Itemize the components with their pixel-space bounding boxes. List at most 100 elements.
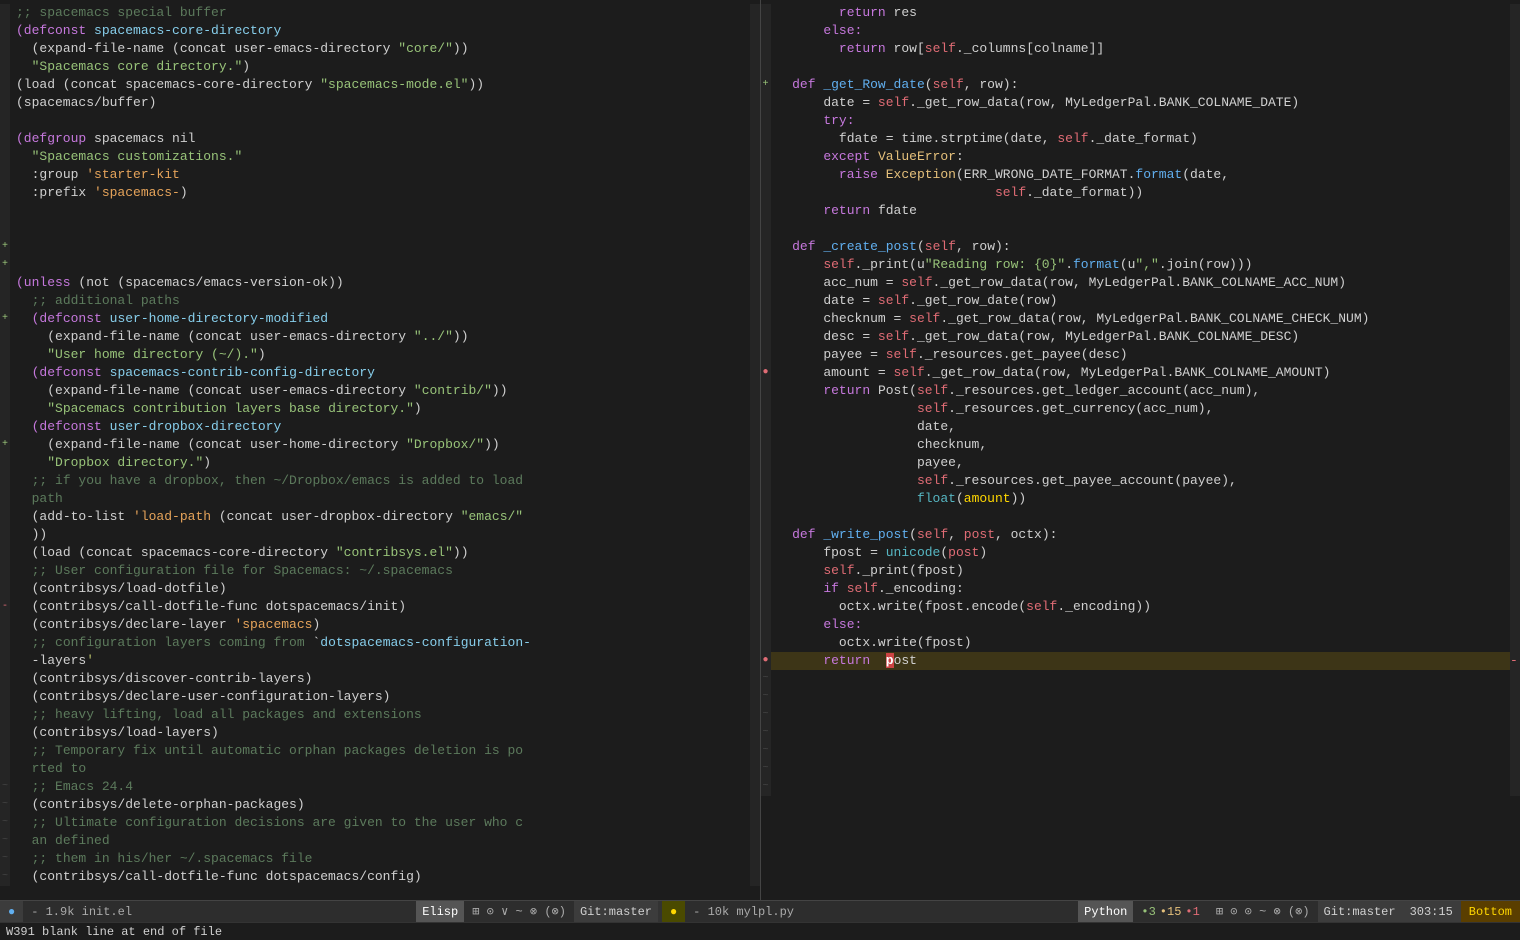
line-content: try:	[771, 112, 1511, 130]
fringe-r	[750, 490, 760, 508]
line-content: (expand-file-name (concat user-home-dire…	[10, 436, 750, 454]
code-line: ~	[761, 670, 1520, 688]
code-line: ~	[761, 742, 1520, 760]
code-line: else:	[761, 22, 1520, 40]
left-lang-label: Elisp	[422, 905, 458, 919]
fringe: ●	[761, 652, 771, 670]
line-content: ;; Emacs 24.4	[10, 778, 750, 796]
status-left-git: Git:master	[574, 901, 658, 922]
right-code-area[interactable]: return res else: return row[self._column…	[761, 0, 1520, 900]
line-content: def _write_post(self, post, octx):	[771, 526, 1511, 544]
fringe	[0, 328, 10, 346]
code-line: octx.write(fpost.encode(self._encoding))	[761, 598, 1520, 616]
fringe: ~	[0, 796, 10, 814]
fringe: +	[761, 76, 771, 94]
right-pane-icon: ●	[670, 905, 677, 919]
line-content: "Spacemacs customizations."	[10, 148, 750, 166]
line-content: (defgroup spacemacs nil	[10, 130, 750, 148]
line-content: checknum,	[771, 436, 1511, 454]
line-content	[771, 724, 1511, 742]
fringe-r	[750, 688, 760, 706]
fringe-r	[750, 634, 760, 652]
fringe	[0, 688, 10, 706]
line-content: (expand-file-name (concat user-emacs-dir…	[10, 40, 750, 58]
fringe: ~	[761, 706, 771, 724]
right-git-label: Git:master	[1324, 905, 1396, 919]
code-line: + def _get_Row_date(self, row):	[761, 76, 1520, 94]
fringe-r	[1510, 202, 1520, 220]
fringe	[761, 202, 771, 220]
fringe	[761, 436, 771, 454]
code-line: ~	[761, 724, 1520, 742]
code-line: float(amount))	[761, 490, 1520, 508]
line-content: float(amount))	[771, 490, 1511, 508]
status-position: 303:15	[1402, 901, 1461, 922]
fringe-r	[1510, 220, 1520, 238]
fringe-r	[1510, 58, 1520, 76]
fringe	[761, 94, 771, 112]
fringe: +	[0, 256, 10, 274]
code-line: (contribsys/load-layers)	[0, 724, 760, 742]
code-line	[0, 202, 760, 220]
line-content: checknum = self._get_row_data(row, MyLed…	[771, 310, 1511, 328]
fringe-r	[750, 814, 760, 832]
fringe	[0, 652, 10, 670]
fringe	[761, 238, 771, 256]
fringe-r	[750, 274, 760, 292]
fringe	[761, 346, 771, 364]
code-line: date,	[761, 418, 1520, 436]
left-code-area[interactable]: ;; spacemacs special buffer (defconst sp…	[0, 0, 760, 900]
code-line: self._print(fpost)	[761, 562, 1520, 580]
line-content: return row[self._columns[colname]]	[771, 40, 1511, 58]
line-content: rted to	[10, 760, 750, 778]
fringe-r	[750, 850, 760, 868]
line-content: self._print(u"Reading row: {0}".format(u…	[771, 256, 1511, 274]
fringe	[0, 184, 10, 202]
code-line: ~	[761, 778, 1520, 796]
line-content: (contribsys/discover-contrib-layers)	[10, 670, 750, 688]
status-right-file: - 10k mylpl.py	[685, 905, 1078, 919]
fringe	[0, 742, 10, 760]
fringe: ~	[0, 850, 10, 868]
line-content	[771, 508, 1511, 526]
fringe	[761, 274, 771, 292]
diff-label2: •15	[1160, 905, 1182, 919]
fringe-r	[750, 58, 760, 76]
fringe: ~	[761, 670, 771, 688]
code-line: "Spacemacs contribution layers base dire…	[0, 400, 760, 418]
line-content: ;; Ultimate configuration decisions are …	[10, 814, 750, 832]
code-line: return Post(self._resources.get_ledger_a…	[761, 382, 1520, 400]
fringe	[761, 40, 771, 58]
right-pane[interactable]: return res else: return row[self._column…	[761, 0, 1520, 900]
line-content: (load (concat spacemacs-core-directory "…	[10, 76, 750, 94]
left-icons: ⊞ ⊙ ∨ ~ ⊗ (⊗)	[464, 901, 574, 922]
fringe-r	[750, 742, 760, 760]
fringe-r	[750, 652, 760, 670]
fringe	[0, 724, 10, 742]
fringe: ~	[0, 814, 10, 832]
fringe	[761, 616, 771, 634]
line-content: (expand-file-name (concat user-emacs-dir…	[10, 328, 750, 346]
fringe-r	[750, 670, 760, 688]
code-line: except ValueError:	[761, 148, 1520, 166]
end-label: Bottom	[1469, 905, 1512, 919]
code-line: ~ ;; Emacs 24.4	[0, 778, 760, 796]
line-content: return fdate	[771, 202, 1511, 220]
line-content: payee,	[771, 454, 1511, 472]
code-line: :prefix 'spacemacs-)	[0, 184, 760, 202]
fringe	[0, 4, 10, 22]
fringe	[761, 598, 771, 616]
code-line-cursor: ● return post -	[761, 652, 1520, 670]
fringe-r	[750, 148, 760, 166]
code-line: ~	[761, 688, 1520, 706]
fringe-r	[1510, 616, 1520, 634]
code-line: -layers'	[0, 652, 760, 670]
fringe-r	[1510, 346, 1520, 364]
fringe-r	[750, 760, 760, 778]
code-line: return fdate	[761, 202, 1520, 220]
line-content: (unless (not (spacemacs/emacs-version-ok…	[10, 274, 750, 292]
fringe: +	[0, 310, 10, 328]
fringe	[0, 148, 10, 166]
code-line: +	[0, 238, 760, 256]
left-pane[interactable]: ;; spacemacs special buffer (defconst sp…	[0, 0, 761, 900]
